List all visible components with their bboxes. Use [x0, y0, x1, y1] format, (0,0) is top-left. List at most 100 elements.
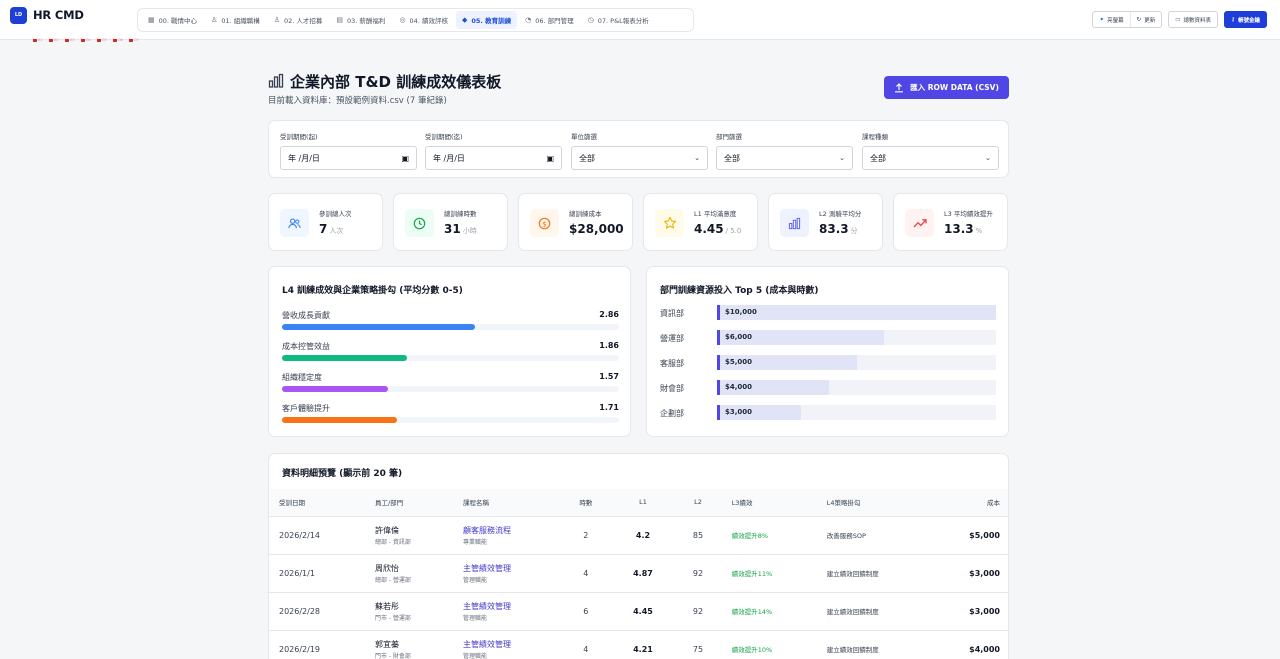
- cell-hours: 2: [583, 530, 589, 540]
- account-key-button[interactable]: ⚷ 帳號金鑰: [1223, 11, 1267, 28]
- kpi-label: 總訓練成本: [569, 210, 602, 218]
- filter-label: 單位篩選: [571, 133, 597, 141]
- l4-track: [282, 417, 619, 423]
- header-l1: L1: [639, 498, 647, 507]
- sparkle-icon: ✦: [1099, 16, 1105, 23]
- table-header-row: 受訓日期 員工/部門 課程名稱 時數 L1 L2 L3績效 L4策略掛勾 成本: [269, 489, 1008, 516]
- bar-chart-icon: [268, 73, 284, 88]
- l4-track: [282, 355, 619, 361]
- cell-l1: 4.2: [635, 530, 651, 540]
- sparkle-button[interactable]: ✦ 亮螢幕: [1093, 12, 1129, 27]
- grid-icon: ▦: [148, 16, 155, 24]
- course-category: 管理職能: [462, 652, 487, 659]
- tab-0[interactable]: ▦ 00. 戰情中心: [142, 11, 203, 29]
- end-date-input[interactable]: 年 /月/日 ▣: [425, 146, 562, 170]
- tab-4[interactable]: ◎ 04. 績效評核: [393, 11, 454, 29]
- l4-name: 組織穩定度: [282, 373, 322, 382]
- top-actions: ✦ 亮螢幕 ↻ 更新 ▭ 總數資料表 ⚷ 帳號金鑰: [1092, 11, 1267, 28]
- tab-label: 03. 薪酬福利: [347, 17, 386, 25]
- cell-l3: 績效提升10%: [731, 646, 773, 655]
- course-link[interactable]: 主管績效管理: [463, 639, 550, 650]
- cell-course: 顧客服務流程 專業職能: [453, 516, 560, 554]
- filters-card: 受訓期間(起) 年 /月/日 ▣ 受訓期間(迄) 年 /月/日 ▣ 單位篩選 全…: [268, 120, 1009, 178]
- chart-bar: [717, 305, 996, 320]
- start-date-input[interactable]: 年 /月/日 ▣: [280, 146, 417, 170]
- l4-name: 成本控管效益: [282, 342, 330, 351]
- filter-end-date: 受訓期間(迄) 年 /月/日 ▣: [425, 131, 562, 170]
- cell-l2: 75: [692, 644, 704, 654]
- cell-l1: 4.21: [633, 644, 653, 654]
- course-link[interactable]: 顧客服務流程: [463, 525, 550, 536]
- l4-row: 營收成長貢獻 2.86: [282, 310, 619, 332]
- tab-1[interactable]: ♙ 01. 組織職構: [205, 11, 266, 29]
- tab-label: 04. 績效評核: [409, 17, 448, 25]
- department-select[interactable]: 全部 ⌄: [716, 146, 853, 170]
- data-table-button[interactable]: ▭ 總數資料表: [1168, 11, 1218, 28]
- brand-tag: 06: [113, 38, 123, 42]
- refresh-button[interactable]: ↻ 更新: [1129, 12, 1162, 27]
- table-row[interactable]: 2026/2/28 蘇若彤 門市 - 營運部 主管績效管理 管理職能 6 4.45 92 績效提…: [269, 592, 1008, 630]
- table-row[interactable]: 2026/1/1 周欣怡 總部 - 營運部 主管績效管理 管理職能 4 4.87 92 績效提升…: [269, 554, 1008, 592]
- tab-2[interactable]: ♙ 02. 人才招募: [268, 11, 329, 29]
- cell-hours: 4: [583, 644, 589, 654]
- svg-text:$: $: [542, 219, 547, 228]
- cell-cost: $4,000: [969, 644, 1000, 654]
- employee-dept: 門市 - 營運部: [374, 614, 411, 622]
- employee-dept: 門市 - 財會部: [374, 652, 411, 659]
- tab-3[interactable]: ▤ 03. 薪酬福利: [330, 11, 391, 29]
- chart-category-label: 客服部: [660, 359, 684, 368]
- refresh-icon: ↻: [1136, 16, 1142, 23]
- upload-icon: [895, 82, 904, 92]
- chart-bar-track: $6,000: [717, 330, 996, 345]
- l4-value: 1.86: [599, 341, 619, 350]
- brand-tag: 07: [129, 38, 139, 42]
- tab-5[interactable]: ◆ 05. 教育訓練: [455, 11, 518, 29]
- table-row[interactable]: 2026/2/14 許偉倫 總部 - 資訊部 顧客服務流程 專業職能 2 4.2 85 績效提升…: [269, 516, 1008, 554]
- cell-course: 主管績效管理 管理職能: [453, 592, 560, 630]
- kpi-unit: %: [975, 227, 983, 235]
- page-heading: 企業內部 T&D 訓練成效儀表板: [290, 72, 502, 91]
- filter-department: 部門篩選 全部 ⌄: [716, 131, 853, 170]
- cell-employee: 郭宜蓁 門市 - 財會部: [365, 630, 453, 659]
- tab-7[interactable]: ◷ 07. P&L報表分析: [582, 11, 655, 29]
- dollar-icon: ◷: [587, 16, 594, 24]
- employee-dept: 總部 - 資訊部: [374, 538, 411, 546]
- import-csv-button[interactable]: 匯入 ROW DATA (CSV): [884, 76, 1009, 99]
- cell-l4: 建立績效回饋制度: [826, 646, 879, 655]
- cell-date: 2026/2/28: [279, 606, 321, 616]
- cell-course: 主管績效管理管理職能: [453, 630, 560, 659]
- employee-name: 許偉倫: [374, 525, 399, 535]
- l4-value: 1.57: [599, 372, 619, 381]
- module-tabs: ▦ 00. 戰情中心 ♙ 01. 組織職構 ♙ 02. 人才招募 ▤ 03. 薪酬福利 ◎ 04.…: [137, 8, 694, 32]
- kpi-unit: / 5.0: [725, 227, 742, 235]
- cell-l1: 4.87: [633, 568, 653, 578]
- chart-bar-row: 資訊部 $10,000: [660, 305, 997, 321]
- target-icon: ◎: [399, 16, 406, 24]
- cell-cost: $5,000: [969, 530, 1000, 540]
- top-navigation-bar: LD HR CMD 01 02 03 04 05 06 07 ▦ 00. 戰情中心…: [0, 0, 1280, 42]
- chart-bar-track: $5,000: [717, 355, 996, 370]
- chart-title: 部門訓練資源投入 Top 5 (成本與時數): [660, 286, 819, 296]
- cell-hours: 6: [583, 606, 589, 616]
- chart-bar-row: 營運部 $6,000: [660, 330, 997, 346]
- tab-6[interactable]: ◔ 06. 部門管理: [519, 11, 580, 29]
- course-type-select[interactable]: 全部 ⌄: [862, 146, 999, 170]
- kpi-card: $ 總訓練成本 $28,000: [518, 193, 633, 251]
- filter-unit: 單位篩選 全部 ⌄: [571, 131, 708, 170]
- kpi-label: L2 測驗平均分: [819, 210, 862, 218]
- chart-category-label: 營運部: [660, 334, 684, 343]
- cell-l2: 92: [692, 568, 704, 578]
- tab-label: 00. 戰情中心: [158, 17, 198, 25]
- cell-employee: 周欣怡 總部 - 營運部: [365, 554, 453, 592]
- course-link[interactable]: 主管績效管理: [463, 601, 550, 612]
- chart-bar-row: 客服部 $5,000: [660, 355, 997, 371]
- unit-select[interactable]: 全部 ⌄: [571, 146, 708, 170]
- calendar-icon[interactable]: ▣: [401, 154, 409, 163]
- chart-bar-track: $4,000: [717, 380, 996, 395]
- course-link[interactable]: 主管績效管理: [463, 563, 550, 574]
- tab-label: 01. 組織職構: [221, 17, 260, 25]
- table-row[interactable]: 2026/2/19 郭宜蓁 門市 - 財會部 主管績效管理 管理職能 4 4.21 75 績效提…: [269, 630, 1008, 659]
- calendar-icon[interactable]: ▣: [546, 154, 554, 163]
- page-title: 企業內部 T&D 訓練成效儀表板: [268, 70, 501, 92]
- chart-value-label: $3,000: [725, 408, 753, 416]
